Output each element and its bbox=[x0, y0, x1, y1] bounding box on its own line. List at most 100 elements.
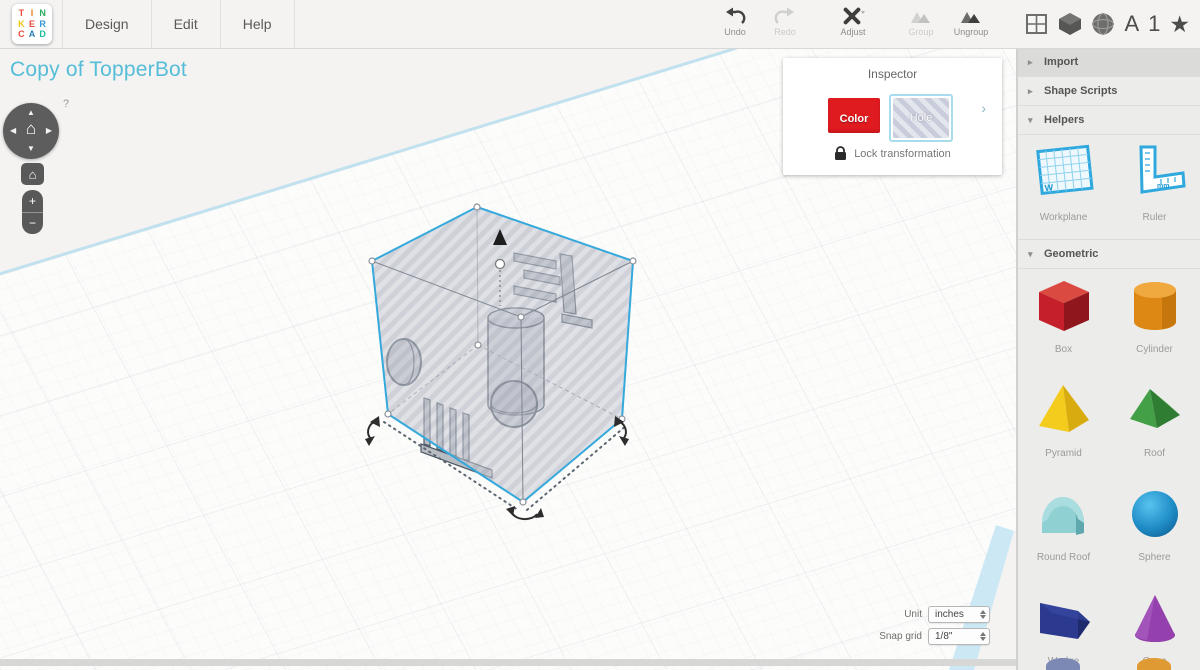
section-helpers-label: Helpers bbox=[1044, 114, 1084, 126]
logo-letter: N bbox=[37, 8, 48, 19]
undo-button[interactable]: Undo bbox=[712, 6, 758, 37]
section-shape-scripts[interactable]: ▸ Shape Scripts bbox=[1018, 77, 1200, 106]
shape-item-sphere[interactable]: Sphere bbox=[1109, 477, 1200, 581]
ungroup-button[interactable]: Ungroup bbox=[948, 6, 994, 37]
shape-item-cylinder[interactable]: Cylinder bbox=[1109, 269, 1200, 373]
logo-letter: D bbox=[37, 29, 48, 40]
collapse-arrow-icon: ▸ bbox=[1028, 86, 1036, 97]
shape-item-round-roof[interactable]: Round Roof bbox=[1018, 477, 1109, 581]
shape-label: Cylinder bbox=[1136, 344, 1173, 355]
spinner-icon bbox=[980, 632, 986, 641]
menu-help[interactable]: Help bbox=[221, 0, 295, 48]
hole-hatch-pattern: Hole bbox=[893, 98, 949, 138]
shape-item-roof[interactable]: Roof bbox=[1109, 373, 1200, 477]
shapes-sidebar: ▸ Import ▸ Shape Scripts ▾ Helpers W Wor… bbox=[1017, 48, 1200, 670]
ungroup-icon bbox=[960, 6, 982, 26]
topbar: T I N K E R C A D Design Edit Help Undo bbox=[0, 0, 1200, 49]
height-handle-dot[interactable] bbox=[496, 260, 505, 269]
adjust-button[interactable]: Adjust bbox=[830, 6, 876, 37]
group-icon bbox=[910, 6, 932, 26]
group-label: Group bbox=[908, 27, 933, 37]
nav-down-arrow[interactable]: ▼ bbox=[27, 145, 35, 153]
nav-up-arrow[interactable]: ▲ bbox=[27, 109, 35, 117]
snap-grid-value: 1/8" bbox=[935, 631, 952, 642]
helpers-items: W Workplane mm Ruler bbox=[1018, 135, 1200, 240]
adjust-label: Adjust bbox=[840, 27, 865, 37]
section-geometric[interactable]: ▾ Geometric bbox=[1018, 240, 1200, 269]
color-swatch[interactable]: Color bbox=[828, 98, 880, 133]
sphere-quick-icon[interactable] bbox=[1091, 12, 1115, 36]
shape-label: Round Roof bbox=[1037, 552, 1090, 563]
sphere-shape-icon bbox=[1126, 485, 1184, 543]
tinkercad-logo[interactable]: T I N K E R C A D bbox=[12, 4, 52, 44]
shape-item-box[interactable]: Box bbox=[1018, 269, 1109, 373]
rotate-handle-bottom[interactable] bbox=[506, 506, 544, 519]
ruler-helper-icon: mm bbox=[1121, 141, 1189, 203]
workplane-quick-icon[interactable] bbox=[1025, 13, 1049, 36]
number-tool-icon[interactable]: 1 bbox=[1148, 13, 1160, 35]
snap-grid-label: Snap grid bbox=[879, 631, 922, 642]
zoom-control[interactable]: + − bbox=[22, 190, 43, 234]
menu-edit[interactable]: Edit bbox=[152, 0, 221, 48]
unit-select[interactable]: inches bbox=[928, 606, 990, 623]
lock-transformation-label: Lock transformation bbox=[854, 148, 951, 160]
helper-label: Workplane bbox=[1040, 212, 1088, 223]
text-tool-icon[interactable]: A bbox=[1124, 13, 1139, 35]
svg-text:mm: mm bbox=[1157, 183, 1169, 190]
helper-item-workplane[interactable]: W Workplane bbox=[1018, 135, 1109, 239]
helper-item-ruler[interactable]: mm Ruler bbox=[1109, 135, 1200, 239]
section-geometric-label: Geometric bbox=[1044, 248, 1098, 260]
adjust-icon bbox=[840, 6, 866, 26]
menu-design[interactable]: Design bbox=[62, 0, 152, 48]
shape-label: Roof bbox=[1144, 448, 1165, 459]
home-view-icon[interactable]: ⌂ bbox=[3, 120, 59, 137]
unit-value: inches bbox=[935, 609, 964, 620]
pyramid-shape-icon bbox=[1035, 381, 1093, 439]
shape-item-wedge[interactable]: Wedge bbox=[1018, 581, 1109, 670]
view-navigation-ball[interactable]: ▲ ▼ ◀ ▶ ⌂ bbox=[3, 103, 59, 159]
logo-letter: R bbox=[37, 19, 48, 30]
geometric-next-row-partial bbox=[1017, 658, 1200, 670]
collapse-arrow-icon: ▸ bbox=[1028, 57, 1036, 68]
rotate-handle-left[interactable] bbox=[365, 416, 380, 446]
selected-model[interactable] bbox=[365, 204, 636, 519]
geometric-items: Box Cylinder Pyramid bbox=[1018, 269, 1200, 670]
help-icon[interactable]: ? bbox=[63, 98, 69, 110]
wedge-shape-icon bbox=[1035, 589, 1093, 647]
toolbar: Undo Redo Adjust bbox=[712, 6, 994, 37]
helper-label: Ruler bbox=[1143, 212, 1167, 223]
shape-item-pyramid[interactable]: Pyramid bbox=[1018, 373, 1109, 477]
redo-label: Redo bbox=[774, 27, 796, 37]
lock-transformation[interactable]: Lock transformation bbox=[783, 146, 1002, 161]
rotate-handle-right[interactable] bbox=[614, 416, 629, 446]
section-helpers[interactable]: ▾ Helpers bbox=[1018, 106, 1200, 135]
section-shape-scripts-label: Shape Scripts bbox=[1044, 85, 1117, 97]
inspector-more-arrow[interactable]: › bbox=[981, 100, 986, 116]
roof-shape-icon bbox=[1126, 381, 1184, 439]
hole-swatch-label: Hole bbox=[910, 112, 933, 124]
cube-quick-icon[interactable] bbox=[1058, 12, 1082, 36]
shape-item-partial[interactable] bbox=[1137, 658, 1171, 670]
logo-letter: A bbox=[27, 29, 38, 40]
favorites-star-icon[interactable]: ★ bbox=[1169, 13, 1190, 36]
group-button[interactable]: Group bbox=[898, 6, 944, 37]
expand-arrow-icon: ▾ bbox=[1028, 115, 1036, 126]
shape-item-cone[interactable]: Cone bbox=[1109, 581, 1200, 670]
zoom-out-button[interactable]: − bbox=[22, 213, 43, 235]
box-shape-icon bbox=[1035, 277, 1093, 335]
color-swatch-label: Color bbox=[840, 113, 869, 133]
logo-letter: K bbox=[16, 19, 27, 30]
workplane-helper-icon: W bbox=[1030, 141, 1098, 203]
redo-button[interactable]: Redo bbox=[762, 6, 808, 37]
hole-swatch-selected[interactable]: Hole bbox=[889, 94, 953, 142]
unit-control: Unit inches bbox=[904, 606, 990, 623]
round-roof-shape-icon bbox=[1035, 485, 1093, 543]
snap-grid-select[interactable]: 1/8" bbox=[928, 628, 990, 645]
shape-item-partial[interactable] bbox=[1046, 658, 1080, 670]
unit-label: Unit bbox=[904, 609, 922, 620]
zoom-in-button[interactable]: + bbox=[22, 190, 43, 213]
section-import[interactable]: ▸ Import bbox=[1018, 48, 1200, 77]
logo-letter: C bbox=[16, 29, 27, 40]
viewport-3d[interactable]: Copy of TopperBot ? ▲ ▼ ◀ ▶ ⌂ ⌂ + − Unit… bbox=[0, 48, 1017, 670]
home-view-button[interactable]: ⌂ bbox=[21, 163, 44, 185]
